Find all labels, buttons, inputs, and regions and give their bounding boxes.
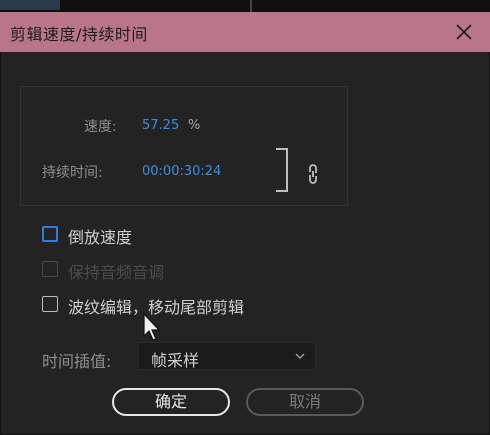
background-window-strip: [0, 0, 490, 12]
speed-value[interactable]: 57.25: [142, 118, 179, 133]
ripple-edit-checkbox[interactable]: [42, 296, 58, 312]
ok-button[interactable]: 确定: [112, 388, 230, 416]
speed-label: 速度:: [84, 119, 117, 135]
clip-speed-duration-dialog: 剪辑速度/持续时间 速度: 57.25 % 持续时间: 00:00:30:24 …: [0, 12, 490, 435]
chain-link-icon[interactable]: [306, 162, 320, 186]
duration-value[interactable]: 00:00:30:24: [142, 164, 221, 179]
dialog-titlebar: 剪辑速度/持续时间: [0, 12, 490, 52]
cancel-button[interactable]: 取消: [246, 388, 364, 416]
time-interpolation-label: 时间插值:: [42, 352, 112, 371]
speed-duration-group: [20, 86, 348, 206]
maintain-pitch-label: 保持音频音调: [68, 263, 165, 282]
chevron-down-icon: [295, 353, 305, 360]
maintain-pitch-checkbox: [42, 261, 58, 277]
speed-unit: %: [188, 118, 201, 133]
reverse-speed-label: 倒放速度: [68, 228, 133, 247]
time-interpolation-select[interactable]: 帧采样: [138, 342, 316, 370]
reverse-speed-checkbox[interactable]: [42, 226, 58, 242]
background-divider: [250, 0, 252, 12]
dialog-title: 剪辑速度/持续时间: [10, 25, 148, 44]
mouse-pointer-icon: [143, 312, 161, 341]
duration-label: 持续时间:: [42, 165, 103, 181]
link-bracket: [276, 148, 288, 192]
background-thumbnail: [0, 0, 60, 10]
close-icon[interactable]: [452, 20, 476, 44]
time-interpolation-value: 帧采样: [151, 351, 200, 370]
